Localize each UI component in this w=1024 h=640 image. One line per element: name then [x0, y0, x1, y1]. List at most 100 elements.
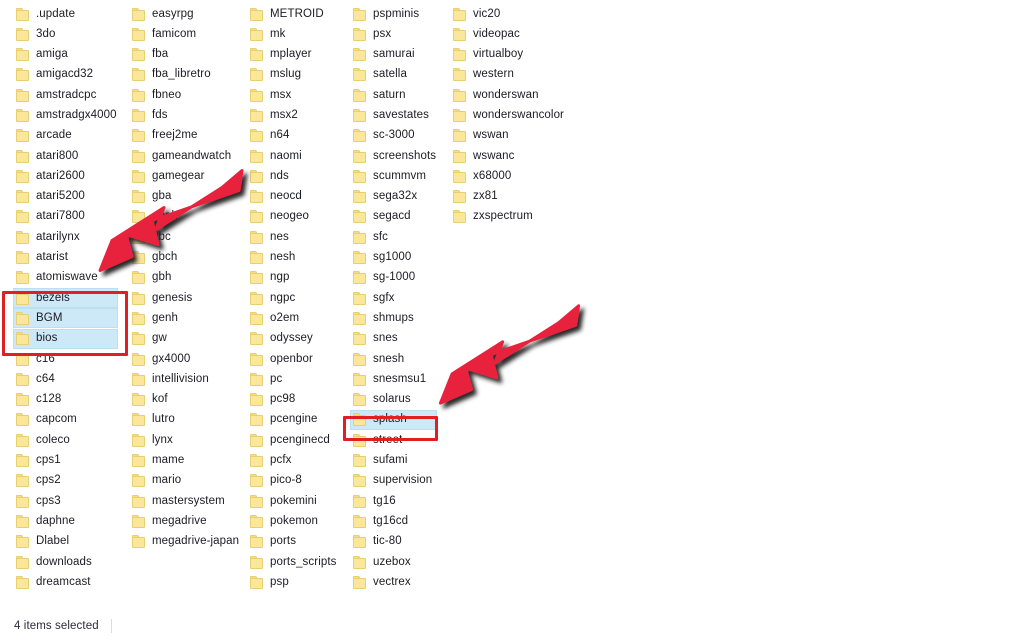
file-list-item[interactable]: sfc — [351, 228, 436, 246]
file-list-item[interactable]: arcade — [14, 127, 117, 145]
file-list-item[interactable]: fds — [130, 106, 239, 124]
file-list-item[interactable]: tic-80 — [351, 533, 436, 551]
file-list-item[interactable]: lynx — [130, 431, 239, 449]
file-list-item[interactable]: nesh — [248, 249, 337, 267]
file-list-item[interactable]: gbc — [130, 228, 239, 246]
file-list-item[interactable]: sufami — [351, 452, 436, 470]
file-list-item[interactable]: cps1 — [14, 452, 117, 470]
file-list-item[interactable]: openbor — [248, 350, 337, 368]
file-list-item[interactable]: solarus — [351, 391, 436, 409]
file-list-item[interactable]: genesis — [130, 289, 239, 307]
file-list-item[interactable]: pcengine — [248, 411, 337, 429]
file-list-item[interactable]: atari800 — [14, 147, 117, 165]
file-list-item[interactable]: dreamcast — [14, 573, 117, 591]
file-list-item[interactable]: naomi — [248, 147, 337, 165]
file-list-item[interactable]: c16 — [14, 350, 117, 368]
file-list-item[interactable]: bios — [13, 328, 118, 349]
file-list-grid[interactable]: .update 3do amiga amigacd32 amstradcpc amstra… — [0, 0, 1024, 612]
file-list-item[interactable]: atari7800 — [14, 208, 117, 226]
file-list-item[interactable]: msx — [248, 86, 337, 104]
file-list-item[interactable]: street — [351, 431, 436, 449]
file-list-item[interactable]: amstradgx4000 — [14, 106, 117, 124]
file-list-item[interactable]: mastersystem — [130, 492, 239, 510]
file-list-item[interactable]: zx81 — [451, 188, 564, 206]
file-list-item[interactable]: megadrive — [130, 512, 239, 530]
file-list-item[interactable]: mk — [248, 25, 337, 43]
file-list-item[interactable]: pokemini — [248, 492, 337, 510]
file-list-item[interactable]: fbneo — [130, 86, 239, 104]
file-list-item[interactable]: easyrpg — [130, 5, 239, 23]
file-list-item[interactable]: videopac — [451, 25, 564, 43]
file-list-item[interactable]: .update — [14, 5, 117, 23]
file-list-item[interactable]: mplayer — [248, 46, 337, 64]
file-list-item[interactable]: genh — [130, 309, 239, 327]
file-list-item[interactable]: samurai — [351, 46, 436, 64]
file-list-item[interactable]: snes — [351, 330, 436, 348]
file-list-item[interactable]: gw — [130, 330, 239, 348]
file-list-item[interactable]: amstradcpc — [14, 86, 117, 104]
file-list-item[interactable]: gbah — [130, 208, 239, 226]
file-list-item[interactable]: ports_scripts — [248, 553, 337, 571]
file-list-item[interactable]: vic20 — [451, 5, 564, 23]
file-list-item[interactable]: pokemon — [248, 512, 337, 530]
file-list-item[interactable]: Dlabel — [14, 533, 117, 551]
file-list-item[interactable]: sc-3000 — [351, 127, 436, 145]
file-list-item[interactable]: coleco — [14, 431, 117, 449]
file-list-item[interactable]: lutro — [130, 411, 239, 429]
file-list-item[interactable]: satella — [351, 66, 436, 84]
file-list-item[interactable]: gamegear — [130, 167, 239, 185]
file-list-item[interactable]: sega32x — [351, 188, 436, 206]
file-list-item[interactable]: sgfx — [351, 289, 436, 307]
file-list-item[interactable]: tg16 — [351, 492, 436, 510]
file-list-item[interactable]: capcom — [14, 411, 117, 429]
file-list-item[interactable]: o2em — [248, 309, 337, 327]
file-list-item[interactable]: freej2me — [130, 127, 239, 145]
file-list-item[interactable]: famicom — [130, 25, 239, 43]
file-list-item[interactable]: gba — [130, 188, 239, 206]
file-list-item[interactable]: zxspectrum — [451, 208, 564, 226]
file-list-item[interactable]: splash — [349, 409, 438, 430]
file-list-item[interactable]: odyssey — [248, 330, 337, 348]
file-list-item[interactable]: psp — [248, 573, 337, 591]
file-list-item[interactable]: sg1000 — [351, 249, 436, 267]
file-list-item[interactable]: fba_libretro — [130, 66, 239, 84]
file-list-item[interactable]: fba — [130, 46, 239, 64]
file-list-item[interactable]: pcenginecd — [248, 431, 337, 449]
file-list-item[interactable]: gameandwatch — [130, 147, 239, 165]
file-list-item[interactable]: msx2 — [248, 106, 337, 124]
file-list-item[interactable]: kof — [130, 391, 239, 409]
file-list-item[interactable]: virtualboy — [451, 46, 564, 64]
file-list-item[interactable]: BGM — [13, 308, 118, 329]
file-list-item[interactable]: downloads — [14, 553, 117, 571]
file-list-item[interactable]: ngp — [248, 269, 337, 287]
file-list-item[interactable]: nds — [248, 167, 337, 185]
file-list-item[interactable]: western — [451, 66, 564, 84]
file-list-item[interactable]: atari5200 — [14, 188, 117, 206]
file-list-item[interactable]: nes — [248, 228, 337, 246]
file-list-item[interactable]: c64 — [14, 370, 117, 388]
file-list-item[interactable]: mario — [130, 472, 239, 490]
file-list-item[interactable]: mame — [130, 452, 239, 470]
file-list-item[interactable]: bezels — [13, 288, 118, 309]
file-list-item[interactable]: wonderswan — [451, 86, 564, 104]
file-list-item[interactable]: atarist — [14, 249, 117, 267]
file-list-item[interactable]: savestates — [351, 106, 436, 124]
file-list-item[interactable]: neocd — [248, 188, 337, 206]
file-list-item[interactable]: pcfx — [248, 452, 337, 470]
file-list-item[interactable]: daphne — [14, 512, 117, 530]
file-list-item[interactable]: ngpc — [248, 289, 337, 307]
file-list-item[interactable]: ports — [248, 533, 337, 551]
file-list-item[interactable]: gbh — [130, 269, 239, 287]
file-list-item[interactable]: tg16cd — [351, 512, 436, 530]
file-list-item[interactable]: pc98 — [248, 391, 337, 409]
file-list-item[interactable]: screenshots — [351, 147, 436, 165]
file-list-item[interactable]: intellivision — [130, 370, 239, 388]
file-list-item[interactable]: supervision — [351, 472, 436, 490]
file-list-item[interactable]: amigacd32 — [14, 66, 117, 84]
file-list-item[interactable]: snesh — [351, 350, 436, 368]
file-list-item[interactable]: 3do — [14, 25, 117, 43]
file-list-item[interactable]: neogeo — [248, 208, 337, 226]
file-list-item[interactable]: METROID — [248, 5, 337, 23]
file-list-item[interactable]: snesmsu1 — [351, 370, 436, 388]
file-list-item[interactable]: amiga — [14, 46, 117, 64]
